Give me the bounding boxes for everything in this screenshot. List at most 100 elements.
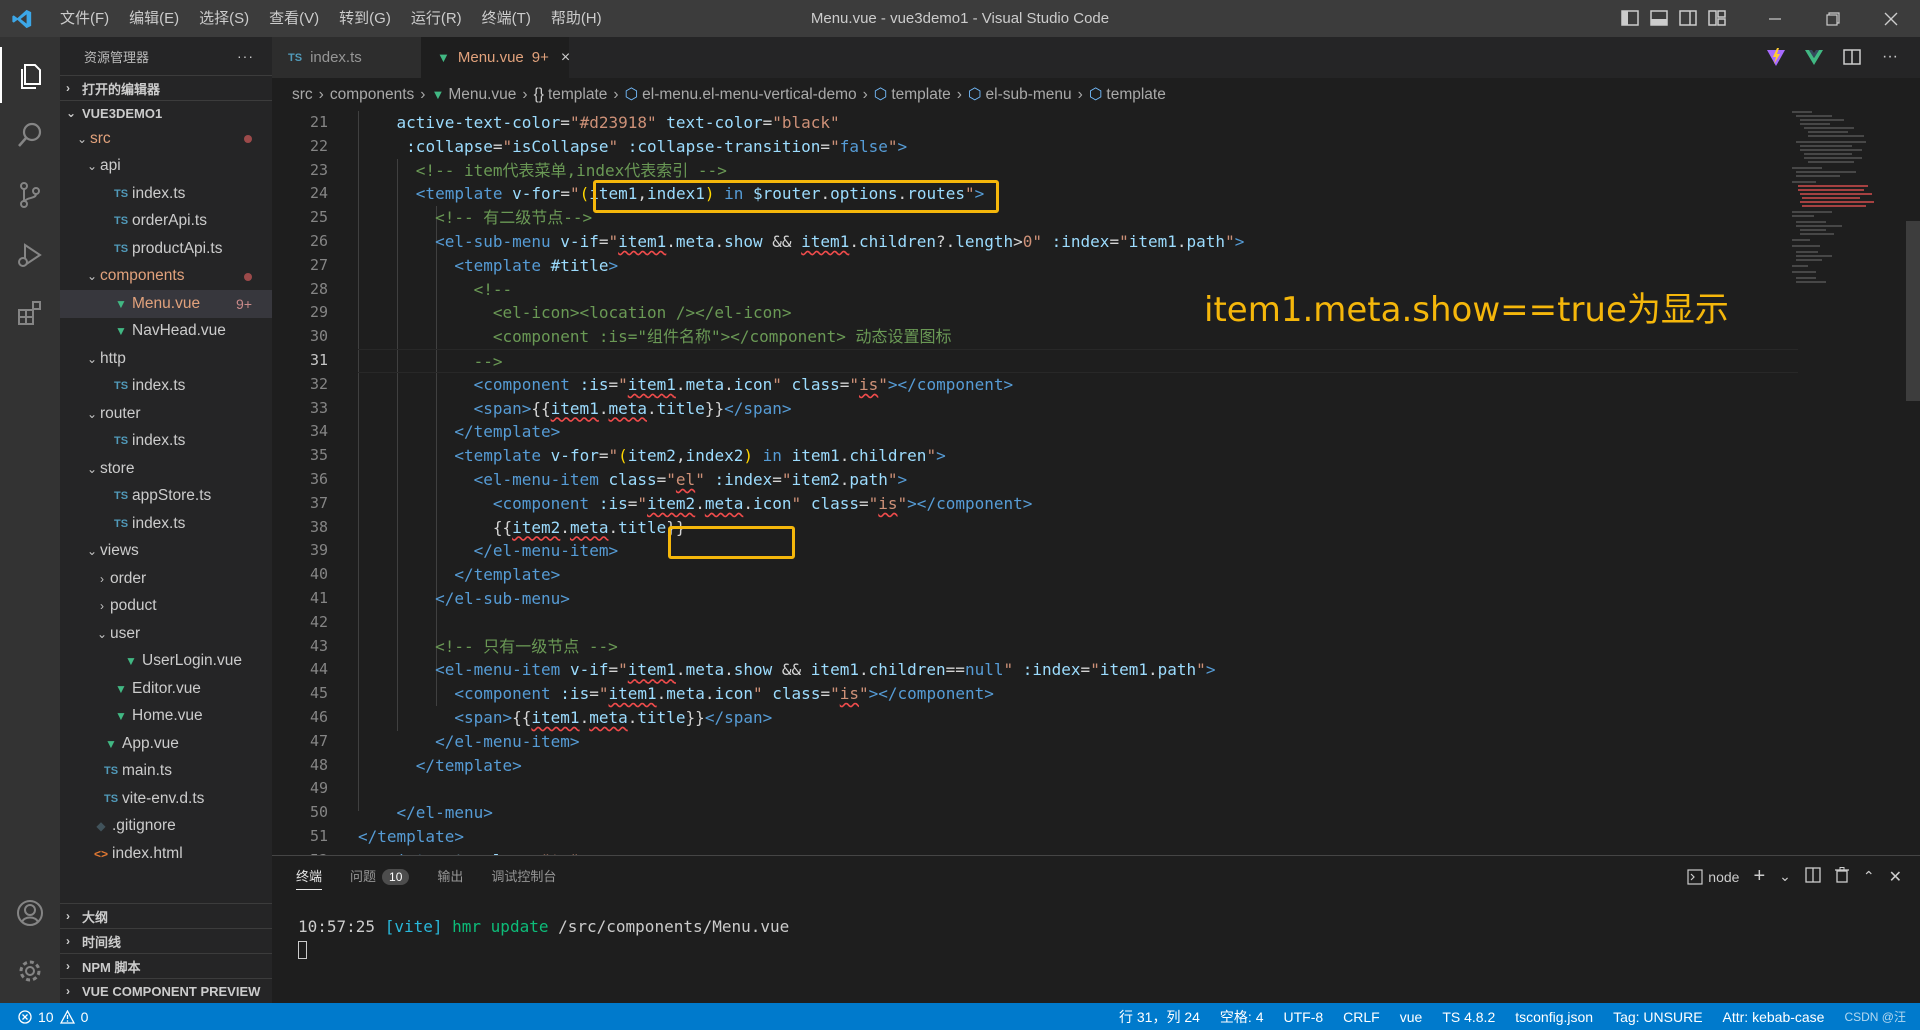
menu-help[interactable]: 帮助(H) bbox=[541, 0, 612, 37]
minimize-icon[interactable] bbox=[1746, 0, 1804, 37]
vite-icon[interactable] bbox=[1766, 46, 1786, 68]
tree-file[interactable]: TS productApi.ts bbox=[60, 235, 272, 263]
line-number-gutter: 21 22 23 24 25 26 27 28 29 30 31 32 33 3… bbox=[272, 111, 328, 855]
vue-preview-icon[interactable] bbox=[1804, 46, 1824, 68]
tree-file[interactable]: TS index.ts bbox=[60, 428, 272, 456]
breadcrumb-item[interactable]: Menu.vue bbox=[448, 86, 516, 104]
manage-gear-icon[interactable] bbox=[0, 943, 60, 999]
tab-index-ts[interactable]: TS index.ts bbox=[272, 37, 421, 78]
chevron-down-icon: ⌄ bbox=[86, 544, 98, 559]
line-number: 33 bbox=[309, 398, 328, 417]
tree-folder[interactable]: › poduct bbox=[60, 593, 272, 621]
line-ending[interactable]: CRLF bbox=[1343, 1009, 1380, 1025]
tree-file[interactable]: ◆ .gitignore bbox=[60, 813, 272, 841]
tree-file[interactable]: TS appStore.ts bbox=[60, 483, 272, 511]
attr-casing[interactable]: Attr: kebab-case bbox=[1723, 1009, 1825, 1025]
status-problems[interactable]: 10 0 bbox=[18, 1003, 88, 1030]
accounts-icon[interactable] bbox=[0, 885, 60, 941]
restore-icon[interactable] bbox=[1804, 0, 1862, 37]
tree-folder[interactable]: ⌄ src bbox=[60, 125, 272, 153]
vertical-scrollbar[interactable] bbox=[1906, 221, 1920, 401]
open-editors-section[interactable]: › 打开的编辑器 bbox=[60, 75, 272, 100]
npm-scripts-section[interactable]: › NPM 脚本 bbox=[60, 953, 272, 978]
terminal-output[interactable]: 10:57:25 [vite] hmr update /src/componen… bbox=[298, 916, 789, 960]
tree-folder[interactable]: ⌄ components bbox=[60, 263, 272, 291]
trash-icon[interactable] bbox=[1834, 867, 1849, 886]
tree-file[interactable]: ▼ NavHead.vue bbox=[60, 318, 272, 346]
tree-file[interactable]: TS index.ts bbox=[60, 373, 272, 401]
typescript-icon: TS bbox=[113, 215, 129, 228]
project-section[interactable]: ⌄ VUE3DEMO1 bbox=[60, 100, 272, 125]
tree-file[interactable]: ▼ Menu.vue 9+ bbox=[60, 290, 272, 318]
explorer-icon[interactable] bbox=[0, 47, 60, 103]
timeline-section[interactable]: › 时间线 bbox=[60, 928, 272, 953]
tree-file[interactable]: ▼ Editor.vue bbox=[60, 675, 272, 703]
tree-file[interactable]: TS vite-env.d.ts bbox=[60, 785, 272, 813]
breadcrumb-item[interactable]: template bbox=[891, 86, 950, 104]
breadcrumb-item[interactable]: el-sub-menu bbox=[986, 86, 1072, 104]
split-terminal-icon[interactable] bbox=[1805, 867, 1821, 886]
tree-file[interactable]: TS index.ts bbox=[60, 180, 272, 208]
tree-folder[interactable]: ⌄ store bbox=[60, 455, 272, 483]
tree-file[interactable]: TS index.ts bbox=[60, 510, 272, 538]
tree-file[interactable]: <> index.html bbox=[60, 840, 272, 868]
cursor-position[interactable]: 行 31，列 24 bbox=[1119, 1007, 1200, 1027]
code-editor[interactable]: 21 22 23 24 25 26 27 28 29 30 31 32 33 3… bbox=[272, 111, 1920, 855]
tab-output[interactable]: 输出 bbox=[437, 866, 463, 885]
language-mode[interactable]: vue bbox=[1400, 1009, 1423, 1025]
tree-folder[interactable]: ⌄ views bbox=[60, 538, 272, 566]
tag-casing[interactable]: Tag: UNSURE bbox=[1613, 1009, 1702, 1025]
tree-file[interactable]: TS main.ts bbox=[60, 758, 272, 786]
toggle-primary-sidebar-icon[interactable] bbox=[1620, 8, 1640, 28]
menu-file[interactable]: 文件(F) bbox=[50, 0, 119, 37]
chevron-down-icon[interactable]: ⌄ bbox=[1779, 868, 1791, 885]
ts-version[interactable]: TS 4.8.2 bbox=[1442, 1009, 1495, 1025]
tree-folder[interactable]: ⌄ api bbox=[60, 153, 272, 181]
tsconfig[interactable]: tsconfig.json bbox=[1515, 1009, 1593, 1025]
menu-terminal[interactable]: 终端(T) bbox=[472, 0, 541, 37]
customize-layout-icon[interactable] bbox=[1707, 8, 1727, 28]
encoding[interactable]: UTF-8 bbox=[1284, 1009, 1324, 1025]
menu-edit[interactable]: 编辑(E) bbox=[119, 0, 189, 37]
more-actions-icon[interactable]: ··· bbox=[237, 48, 254, 64]
tree-file[interactable]: ▼ UserLogin.vue bbox=[60, 648, 272, 676]
menu-view[interactable]: 查看(V) bbox=[259, 0, 329, 37]
close-icon[interactable] bbox=[1862, 0, 1920, 37]
breadcrumb-item[interactable]: template bbox=[548, 86, 607, 104]
tab-debug-console[interactable]: 调试控制台 bbox=[491, 866, 556, 885]
search-icon[interactable] bbox=[0, 107, 60, 163]
source-control-icon[interactable] bbox=[0, 167, 60, 223]
menu-go[interactable]: 转到(G) bbox=[329, 0, 401, 37]
menu-run[interactable]: 运行(R) bbox=[401, 0, 472, 37]
tree-file[interactable]: TS orderApi.ts bbox=[60, 208, 272, 236]
tree-file[interactable]: ▼ App.vue bbox=[60, 730, 272, 758]
menu-selection[interactable]: 选择(S) bbox=[189, 0, 259, 37]
breadcrumb-item[interactable]: template bbox=[1106, 86, 1165, 104]
close-panel-icon[interactable]: ✕ bbox=[1889, 867, 1902, 887]
more-actions-icon[interactable]: ··· bbox=[1880, 46, 1900, 68]
tab-close-icon[interactable]: × bbox=[561, 49, 570, 67]
tab-menu-vue[interactable]: ▼ Menu.vue 9+ × bbox=[421, 37, 570, 78]
terminal-profile[interactable]: node bbox=[1687, 869, 1739, 885]
tab-problems[interactable]: 问题 10 bbox=[350, 866, 410, 885]
split-editor-icon[interactable] bbox=[1842, 46, 1862, 68]
tree-file[interactable]: ▼ Home.vue bbox=[60, 703, 272, 731]
tab-terminal[interactable]: 终端 bbox=[296, 866, 323, 890]
toggle-secondary-sidebar-icon[interactable] bbox=[1678, 8, 1698, 28]
breadcrumb-item[interactable]: components bbox=[330, 86, 414, 104]
vue-component-preview-section[interactable]: › VUE COMPONENT PREVIEW bbox=[60, 978, 272, 1003]
tree-folder[interactable]: ⌄ router bbox=[60, 400, 272, 428]
breadcrumb-item[interactable]: src bbox=[292, 86, 313, 104]
maximize-panel-chevron-up-icon[interactable]: ⌃ bbox=[1863, 868, 1875, 885]
extensions-icon[interactable] bbox=[0, 285, 60, 341]
toggle-panel-icon[interactable] bbox=[1649, 8, 1669, 28]
breadcrumb-item[interactable]: el-menu.el-menu-vertical-demo bbox=[642, 86, 857, 104]
outline-section[interactable]: › 大纲 bbox=[60, 903, 272, 928]
tree-folder[interactable]: › order bbox=[60, 565, 272, 593]
indentation[interactable]: 空格: 4 bbox=[1220, 1007, 1264, 1027]
minimap[interactable] bbox=[1786, 111, 1906, 855]
tree-folder[interactable]: ⌄ http bbox=[60, 345, 272, 373]
run-debug-icon[interactable] bbox=[0, 227, 60, 283]
tree-folder[interactable]: ⌄ user bbox=[60, 620, 272, 648]
new-terminal-plus-icon[interactable]: + bbox=[1753, 865, 1765, 888]
